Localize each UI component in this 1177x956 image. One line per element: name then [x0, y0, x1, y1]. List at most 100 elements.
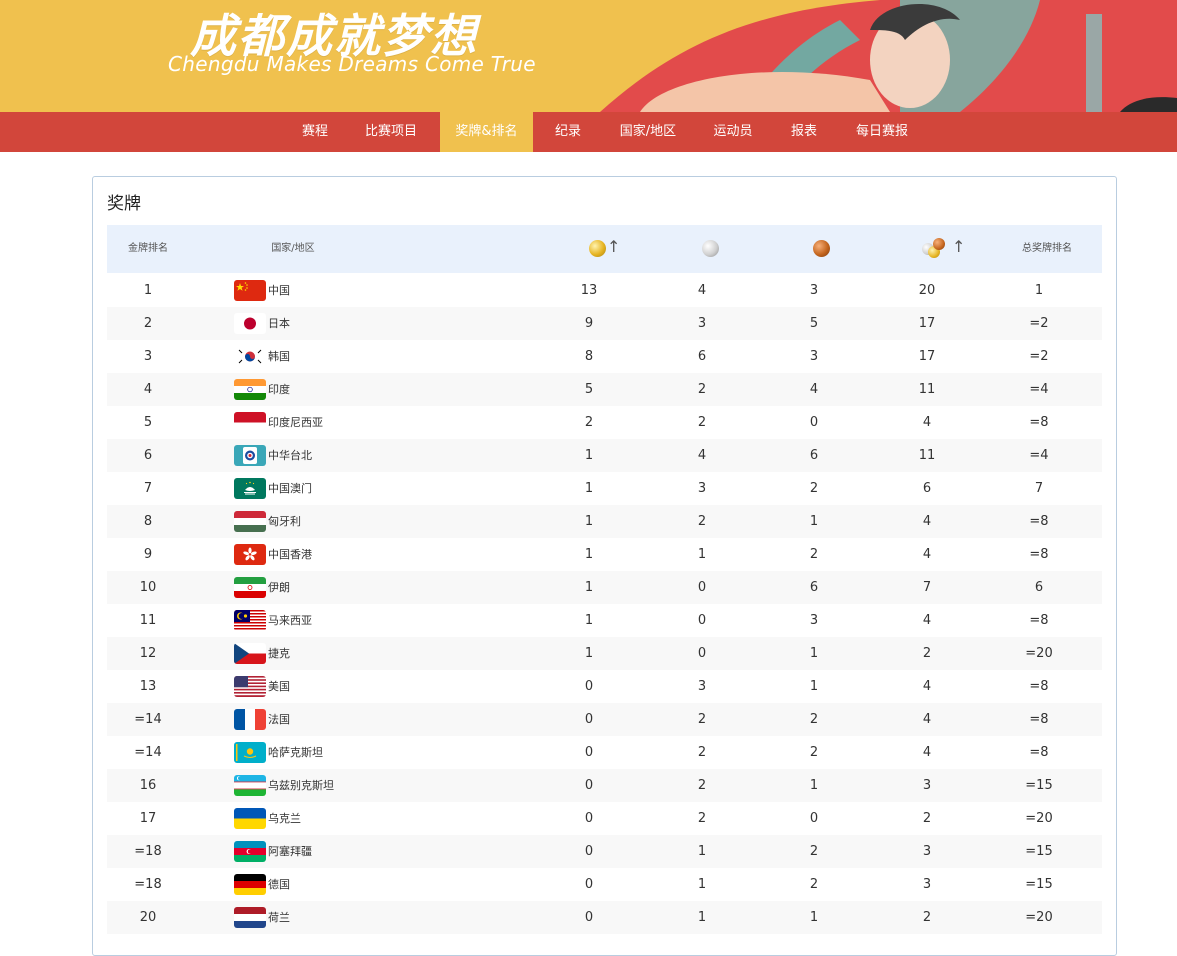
country-name-link[interactable]: 荷兰 [268, 901, 290, 934]
country-name-link[interactable]: 美国 [268, 670, 290, 703]
country-name-link[interactable]: 中国澳门 [268, 472, 312, 505]
cell-total: 2 [922, 910, 932, 925]
country-name-link[interactable]: 哈萨克斯坦 [268, 736, 323, 769]
table-row[interactable]: 16 0 2 1 3 =15 乌兹别克斯坦 [107, 769, 1102, 802]
cell-bronze: 1 [809, 679, 819, 694]
nav-item-sports[interactable]: 比赛项目 [350, 112, 432, 152]
cell-bronze: 2 [809, 547, 819, 562]
header-total-rank[interactable]: 总奖牌排名 [1012, 225, 1082, 273]
table-row[interactable]: 7 1 3 2 6 7 中国澳门 [107, 472, 1102, 505]
cell-total-rank: =2 [1029, 316, 1049, 331]
cell-bronze: 3 [809, 283, 819, 298]
cell-total-rank: 1 [1034, 283, 1044, 298]
cell-silver: 4 [697, 448, 707, 463]
header-rank[interactable]: 金牌排名 [107, 225, 189, 273]
table-row[interactable]: 10 1 0 6 7 6 伊朗 [107, 571, 1102, 604]
table-row[interactable]: 3 8 6 3 17 =2 韩国 [107, 340, 1102, 373]
table-row[interactable]: 11 1 0 3 4 =8 马来西亚 [107, 604, 1102, 637]
silver-medal-icon[interactable] [702, 240, 719, 257]
country-name-link[interactable]: 印度尼西亚 [268, 406, 323, 439]
table-row[interactable]: 20 0 1 1 2 =20 荷兰 [107, 901, 1102, 934]
table-row[interactable]: 9 1 1 2 4 =8 中国香港 [107, 538, 1102, 571]
table-row[interactable]: 17 0 2 0 2 =20 乌克兰 [107, 802, 1102, 835]
table-row[interactable]: 12 1 0 1 2 =20 捷克 [107, 637, 1102, 670]
table-row[interactable]: 13 0 3 1 4 =8 美国 [107, 670, 1102, 703]
cell-gold-rank: 1 [143, 283, 153, 298]
flag-icon-in [234, 379, 266, 400]
table-row[interactable]: =14 0 2 2 4 =8 法国 [107, 703, 1102, 736]
cell-gold-rank: 9 [143, 547, 153, 562]
country-name-link[interactable]: 阿塞拜疆 [268, 835, 312, 868]
country-name-link[interactable]: 乌兹别克斯坦 [268, 769, 334, 802]
nav-item-schedule[interactable]: 赛程 [290, 112, 340, 152]
cell-gold-rank: 5 [143, 415, 153, 430]
cell-gold: 0 [584, 811, 594, 826]
cell-silver: 0 [697, 580, 707, 595]
total-medals-icon[interactable] [922, 238, 946, 258]
cell-gold: 1 [584, 646, 594, 661]
country-name-link[interactable]: 中国香港 [268, 538, 312, 571]
cell-total-rank: =8 [1029, 712, 1049, 727]
nav-item-records[interactable]: 纪录 [543, 112, 593, 152]
cell-total-rank: =8 [1029, 745, 1049, 760]
cell-gold: 0 [584, 778, 594, 793]
nav-item-daily-report[interactable]: 每日赛报 [842, 112, 922, 152]
cell-gold-rank: 8 [143, 514, 153, 529]
country-name-link[interactable]: 乌克兰 [268, 802, 301, 835]
country-name-link[interactable]: 匈牙利 [268, 505, 301, 538]
header-country[interactable]: 国家/地区 [257, 225, 329, 273]
cell-silver: 2 [697, 514, 707, 529]
table-row[interactable]: 2 9 3 5 17 =2 日本 [107, 307, 1102, 340]
country-name-link[interactable]: 伊朗 [268, 571, 290, 604]
cell-total-rank: 6 [1034, 580, 1044, 595]
nav-item-athletes[interactable]: 运动员 [700, 112, 766, 152]
table-row[interactable]: 8 1 2 1 4 =8 匈牙利 [107, 505, 1102, 538]
sort-arrow-icon[interactable]: ↑ [607, 237, 620, 256]
country-name-link[interactable]: 韩国 [268, 340, 290, 373]
banner: 成都成就梦想 Chengdu Makes Dreams Come True [0, 0, 1177, 112]
gold-medal-icon[interactable] [589, 240, 606, 257]
nav-item-medals-ranking[interactable]: 奖牌&排名 [440, 112, 533, 152]
table-row[interactable]: =18 0 1 2 3 =15 阿塞拜疆 [107, 835, 1102, 868]
table-row[interactable]: 4 5 2 4 11 =4 印度 [107, 373, 1102, 406]
cell-silver: 2 [697, 778, 707, 793]
cell-bronze: 0 [809, 811, 819, 826]
sort-arrow-icon[interactable]: ↑ [952, 237, 965, 256]
cell-gold: 1 [584, 481, 594, 496]
cell-total-rank: =15 [1025, 877, 1053, 892]
cell-silver: 3 [697, 679, 707, 694]
table-row[interactable]: =14 0 2 2 4 =8 哈萨克斯坦 [107, 736, 1102, 769]
country-name-link[interactable]: 法国 [268, 703, 290, 736]
country-name-link[interactable]: 日本 [268, 307, 290, 340]
cell-bronze: 1 [809, 910, 819, 925]
country-name-link[interactable]: 中国 [268, 274, 290, 307]
cell-total: 3 [922, 877, 932, 892]
country-name-link[interactable]: 中华台北 [268, 439, 312, 472]
cell-silver: 2 [697, 811, 707, 826]
cell-total: 4 [922, 679, 932, 694]
cell-gold: 0 [584, 844, 594, 859]
country-name-link[interactable]: 印度 [268, 373, 290, 406]
table-row[interactable]: 1 13 4 3 20 1 中国 [107, 274, 1102, 307]
flag-icon-id [234, 412, 266, 433]
bronze-medal-icon[interactable] [813, 240, 830, 257]
country-name-link[interactable]: 捷克 [268, 637, 290, 670]
cell-bronze: 5 [809, 316, 819, 331]
nav-item-countries[interactable]: 国家/地区 [605, 112, 691, 152]
table-row[interactable]: 6 1 4 6 11 =4 中华台北 [107, 439, 1102, 472]
cell-total: 4 [922, 613, 932, 628]
flag-icon-cz [234, 643, 266, 664]
table-row[interactable]: =18 0 1 2 3 =15 德国 [107, 868, 1102, 901]
table-row[interactable]: 5 2 2 0 4 =8 印度尼西亚 [107, 406, 1102, 439]
cell-total-rank: =20 [1025, 646, 1053, 661]
main-nav: 赛程 比赛项目 奖牌&排名 纪录 国家/地区 运动员 报表 每日赛报 [0, 112, 1177, 152]
flag-icon-kr [234, 346, 266, 367]
cell-total: 4 [922, 745, 932, 760]
cell-total: 11 [918, 382, 936, 397]
cell-total-rank: =15 [1025, 778, 1053, 793]
cell-silver: 2 [697, 745, 707, 760]
country-name-link[interactable]: 马来西亚 [268, 604, 312, 637]
country-name-link[interactable]: 德国 [268, 868, 290, 901]
cell-total-rank: =8 [1029, 415, 1049, 430]
nav-item-reports[interactable]: 报表 [777, 112, 831, 152]
